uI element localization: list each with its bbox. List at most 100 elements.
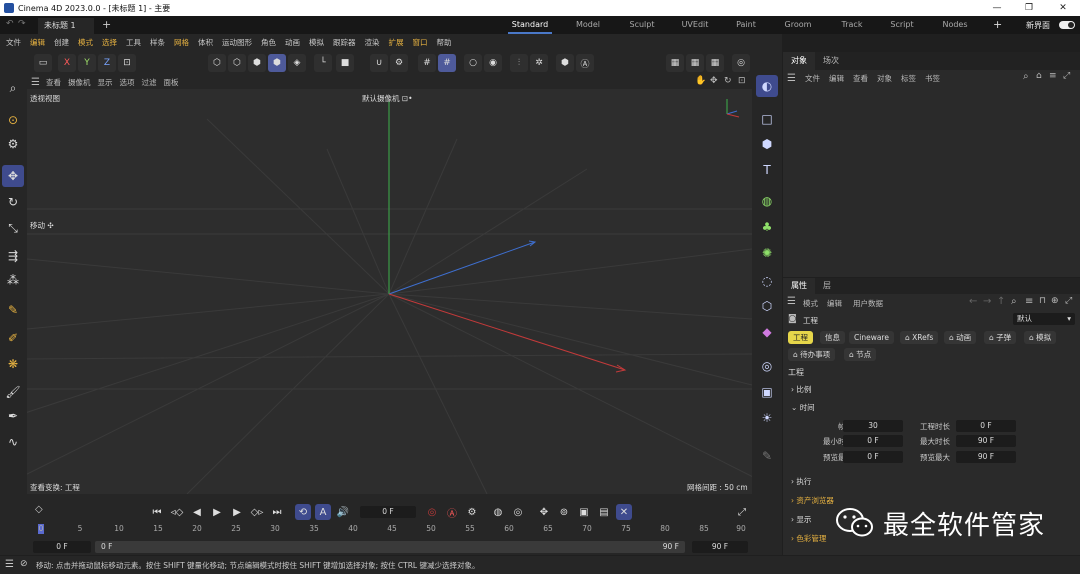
camera-object-icon[interactable]: ◐ [756,75,778,97]
min-time-field[interactable]: 0 F [843,435,903,447]
play-icon[interactable]: ▶ [209,504,225,520]
subdivision-icon[interactable]: ◍ [756,190,778,212]
position-key-icon[interactable]: ◍ [490,504,506,520]
layout-tab-paint[interactable]: Paint [728,16,764,34]
record-active-objects-icon[interactable]: ◎ [424,504,440,520]
maximize-view-icon[interactable]: ⊡ [738,76,746,86]
tab-animation[interactable]: ⌂ 动画 [944,331,977,344]
menu-extensions[interactable]: 扩展 [389,37,404,48]
soft-selection-icon[interactable]: ◉ [484,54,502,72]
object-menu-view[interactable]: 查看 [853,73,868,84]
viewport-menu-display[interactable]: 显示 [97,77,112,88]
object-menu-tags[interactable]: 标签 [901,73,916,84]
transfer-tool-icon[interactable]: ⇶ [2,245,24,267]
layout-tab-script[interactable]: Script [882,16,922,34]
tab-project[interactable]: 工程 [788,331,813,344]
render-settings-icon[interactable]: ▦ [706,54,724,72]
menu-simulate[interactable]: 模拟 [309,37,324,48]
effector-icon[interactable]: ✺ [756,242,778,264]
object-search-icon[interactable]: ⌕ [1023,71,1029,82]
fcurve-icon[interactable]: ⤢ [734,504,750,520]
attr-menu-edit[interactable]: 编辑 [827,298,842,309]
section-color-management[interactable]: › 色彩管理 [791,533,826,544]
solo-icon[interactable]: ■ [336,54,354,72]
preview-min-field[interactable]: 0 F [843,451,903,463]
model-mode-icon[interactable]: ⬢ [268,54,286,72]
next-key-icon[interactable]: ◇▹ [249,504,265,520]
attr-menu-userdata[interactable]: 用户数据 [853,298,883,309]
viewport-menu-options[interactable]: 选项 [119,77,134,88]
object-menu-hamburger-icon[interactable]: ☰ [787,73,796,84]
section-asset-browser[interactable]: › 资产浏览器 [791,495,834,506]
forward-arrow-icon[interactable]: → [983,296,991,307]
menu-animate[interactable]: 动画 [285,37,300,48]
render-to-picture-viewer-icon[interactable]: ▦ [686,54,704,72]
object-filter-icon[interactable]: ≡ [1049,71,1057,81]
spline-smooth-icon[interactable]: ❋ [2,353,24,375]
attr-expand-icon[interactable]: ⤢ [1065,296,1072,306]
previous-frame-icon[interactable]: ◀ [189,504,205,520]
duration-field[interactable]: 0 F [956,420,1016,432]
tab-bullet[interactable]: ⌂ 子弹 [984,331,1017,344]
symmetry-settings-icon[interactable]: ✲ [530,54,548,72]
rotate-tool-icon[interactable]: ↻ [2,191,24,213]
undo-icon[interactable]: ↶ [6,19,14,29]
perspective-viewport[interactable]: 透视视图 默认摄像机 ⊡• 移动 ✣ 查看变换: 工程 网格间距 : 50 cm [27,89,752,494]
render-region-icon[interactable]: ▭ [34,54,52,72]
grid-icon[interactable]: # [418,54,436,72]
layout-tab-model[interactable]: Model [568,16,608,34]
object-menu-object[interactable]: 对象 [877,73,892,84]
max-time-field[interactable]: 90 F [956,435,1016,447]
points-mode-icon[interactable]: ⬡ [208,54,226,72]
object-menu-bookmarks[interactable]: 书签 [925,73,940,84]
scale-key-icon[interactable]: ✥ [536,504,552,520]
move-view-icon[interactable]: ✥ [710,76,718,86]
menu-tools[interactable]: 工具 [126,37,141,48]
object-expand-icon[interactable]: ⤢ [1063,71,1070,81]
preview-max-field[interactable]: 90 F [956,451,1016,463]
field-icon[interactable]: ⬡ [756,295,778,317]
brush-icon[interactable]: 🖌 [2,381,24,403]
axis-y-button[interactable]: Y [78,54,96,72]
end-frame-field[interactable]: 90 F [692,541,748,553]
layout-tab-nodes[interactable]: Nodes [935,16,975,34]
menu-select[interactable]: 选择 [102,37,117,48]
menu-window[interactable]: 窗口 [413,37,428,48]
tab-takes[interactable]: 场次 [815,52,847,70]
edges-mode-icon[interactable]: ⬡ [228,54,246,72]
active-camera-label[interactable]: 默认摄像机 ⊡• [362,93,413,104]
polygon-pen-icon[interactable]: ✒ [2,405,24,427]
bake-icon[interactable]: ✕ [616,504,632,520]
autokey-icon[interactable]: Ⓐ [444,504,460,520]
move-tool-icon[interactable]: ✥ [2,165,24,187]
sound-icon[interactable]: 🔊 [335,504,351,520]
layout-tab-uvedit[interactable]: UVEdit [675,16,715,34]
status-menu-icon[interactable]: ☰ [5,559,14,570]
spline-sketch-icon[interactable]: ✐ [2,327,24,349]
menu-tracker[interactable]: 跟踪器 [333,37,356,48]
workplane-icon[interactable]: └ [314,54,332,72]
keyframe-diamond-icon[interactable]: ◇ [35,504,43,515]
scale-tool-icon[interactable]: ⤡ [2,217,24,239]
minimize-button[interactable]: — [982,0,1012,16]
next-frame-icon[interactable]: ▶ [229,504,245,520]
menu-edit[interactable]: 编辑 [30,37,45,48]
viewport-menu-panel[interactable]: 面板 [163,77,178,88]
object-home-icon[interactable]: ⌂ [1036,71,1042,81]
menu-help[interactable]: 帮助 [437,37,452,48]
placement-tool-icon[interactable]: ⁂ [2,269,24,291]
render-view-icon[interactable]: ▦ [666,54,684,72]
tab-simulation[interactable]: ⌂ 模拟 [1024,331,1057,344]
tab-objects[interactable]: 对象 [783,52,815,70]
cube-object-icon[interactable]: ⬢ [756,133,778,155]
tab-layers[interactable]: 层 [815,278,839,294]
back-arrow-icon[interactable]: ← [969,296,977,307]
axis-z-button[interactable]: Z [98,54,116,72]
tab-nodes[interactable]: ⌂ 节点 [844,348,877,361]
spline-object-icon[interactable]: ◆ [756,321,778,343]
light-icon[interactable]: ☀ [756,407,778,429]
null-object-icon[interactable]: □ [756,108,778,130]
snap-settings-icon[interactable]: ⚙ [390,54,408,72]
menu-spline[interactable]: 样条 [150,37,165,48]
rotation-key-icon[interactable]: ◎ [510,504,526,520]
